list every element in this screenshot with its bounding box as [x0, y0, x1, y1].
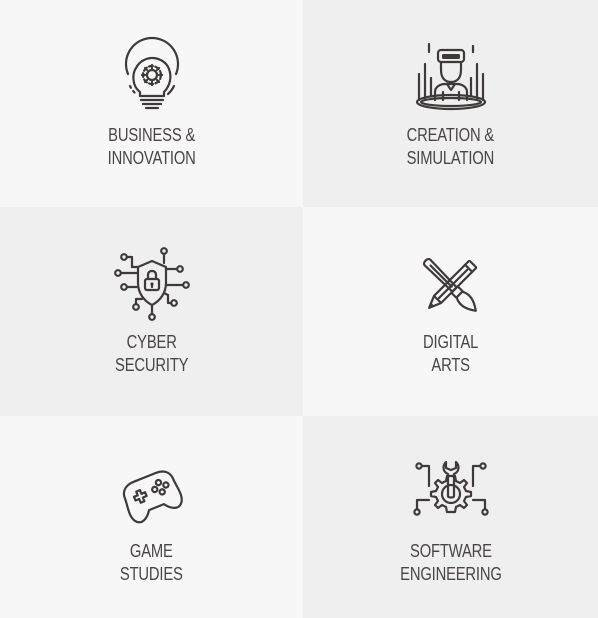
tile-label: CREATION & SIMULATION [406, 124, 495, 170]
tile-label-line1: SOFTWARE [409, 541, 492, 561]
tile-label-line2: STUDIES [120, 564, 183, 584]
tile-digital-arts[interactable]: DIGITAL ARTS [303, 207, 598, 416]
gamepad-icon [110, 456, 194, 534]
pencil-brush-crossed-icon [409, 247, 493, 325]
program-grid: BUSINESS & INNOVATION CREATION & SIMULAT… [0, 0, 598, 618]
tile-label-line1: BUSINESS & [108, 125, 195, 145]
tile-label-line2: ENGINEERING [399, 564, 502, 584]
vr-headset-person-icon [409, 40, 493, 118]
tile-cyber-security[interactable]: CYBER SECURITY [0, 207, 303, 416]
tile-label-line1: CYBER [126, 332, 177, 352]
tile-label-line1: DIGITAL [422, 332, 479, 352]
tile-label: DIGITAL ARTS [423, 331, 478, 377]
tile-label-line2: INNOVATION [107, 148, 196, 168]
lightbulb-gear-icon [110, 36, 194, 118]
tile-creation-simulation[interactable]: CREATION & SIMULATION [303, 0, 598, 207]
tile-label: CYBER SECURITY [115, 331, 188, 377]
tile-label: SOFTWARE ENGINEERING [400, 540, 502, 586]
tile-label-line1: GAME [130, 541, 173, 561]
tile-label-line2: SECURITY [114, 355, 189, 375]
tile-label-line1: CREATION & [406, 125, 495, 145]
tile-label-line2: ARTS [431, 355, 470, 375]
gear-wrench-icon [409, 456, 493, 534]
tile-business-innovation[interactable]: BUSINESS & INNOVATION [0, 0, 303, 207]
tile-game-studies[interactable]: GAME STUDIES [0, 416, 303, 618]
tile-software-engineering[interactable]: SOFTWARE ENGINEERING [303, 416, 598, 618]
tile-label: BUSINESS & INNOVATION [107, 124, 195, 170]
tile-label-line2: SIMULATION [406, 148, 495, 168]
shield-lock-circuit-icon [110, 247, 194, 325]
tile-label: GAME STUDIES [120, 540, 183, 586]
